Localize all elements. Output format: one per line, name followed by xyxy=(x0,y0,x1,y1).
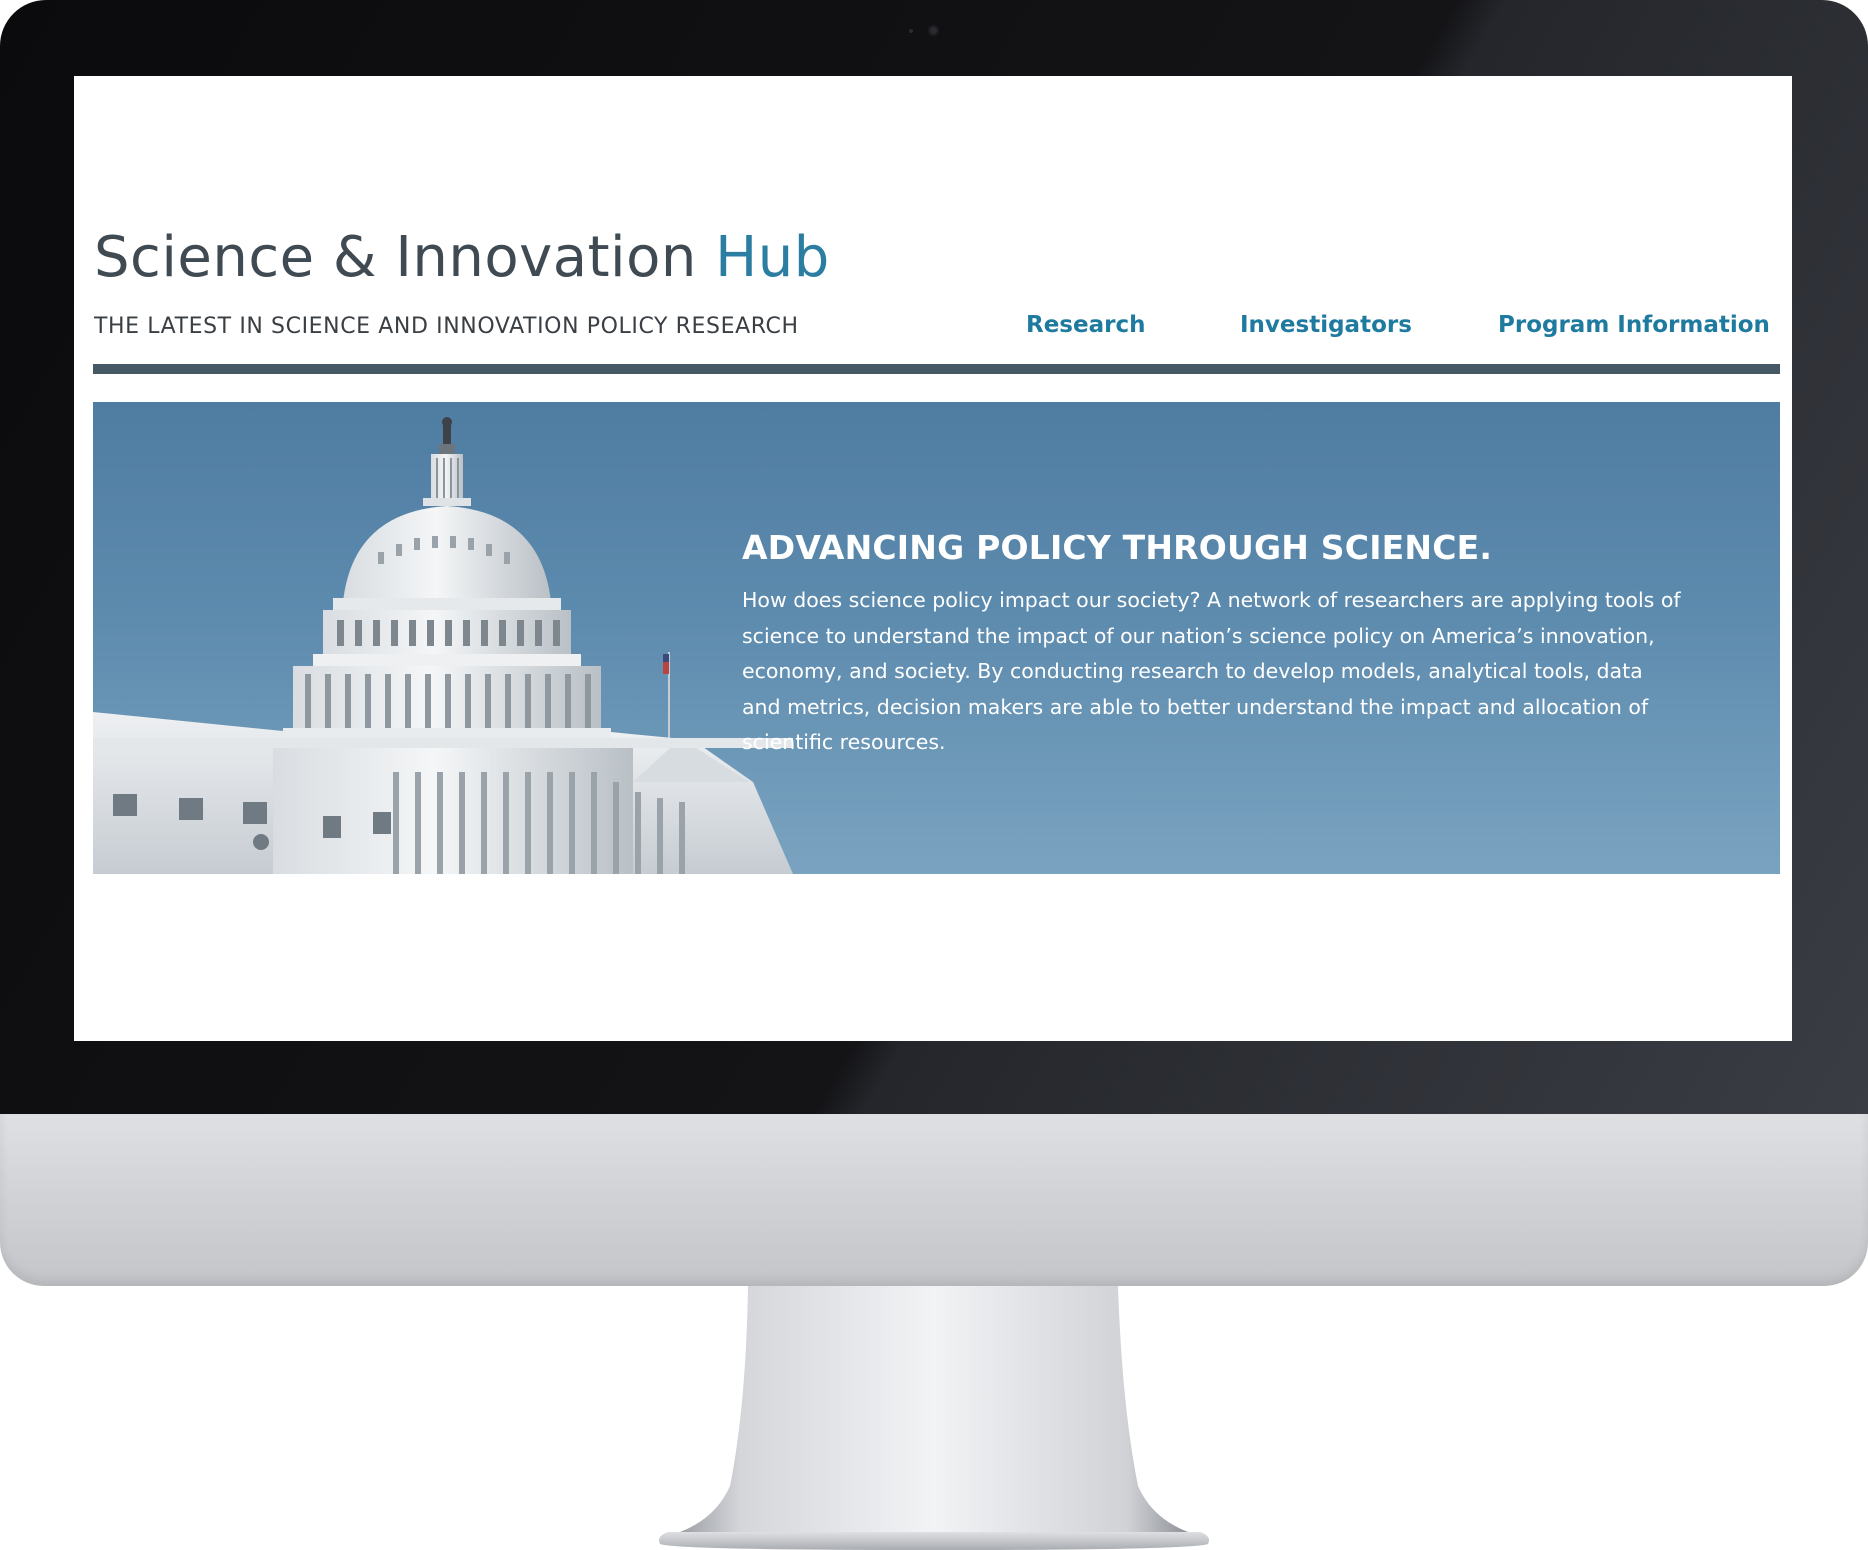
site-header: Science & Innovation Hub xyxy=(94,230,1782,286)
hero-description-line: How does science policy impact our socie… xyxy=(742,588,1681,612)
monitor-mockup: Science & Innovation Hub THE LATEST IN S… xyxy=(0,0,1868,1550)
hero-description-line: economy, and society. By conducting rese… xyxy=(742,659,1643,683)
browser-screen: Science & Innovation Hub THE LATEST IN S… xyxy=(74,76,1792,1041)
nav-link-investigators[interactable]: Investigators xyxy=(1240,312,1412,338)
site-title-accent: Hub xyxy=(715,225,830,290)
capitol-building-image xyxy=(93,417,793,874)
monitor-stand xyxy=(659,1286,1209,1550)
nav-link-research[interactable]: Research xyxy=(1026,312,1145,338)
hero-description-line: scientific resources. xyxy=(742,730,946,754)
monitor-chin xyxy=(0,1114,1868,1286)
header-divider xyxy=(93,364,1780,374)
hero-banner: ADVANCING POLICY THROUGH SCIENCE. How do… xyxy=(93,402,1780,874)
camera-sensor xyxy=(909,29,913,33)
hero-description-line: science to understand the impact of our … xyxy=(742,623,1655,648)
site-title[interactable]: Science & Innovation Hub xyxy=(94,230,1782,286)
site-title-main: Science & Innovation xyxy=(94,225,716,290)
main-nav: Research Investigators Program Informati… xyxy=(74,312,1792,342)
hero-description: How does science policy impact our socie… xyxy=(742,583,1722,761)
nav-link-program-information[interactable]: Program Information xyxy=(1498,312,1770,338)
camera-icon xyxy=(928,25,939,36)
hero-description-line: and metrics, decision makers are able to… xyxy=(742,694,1649,719)
hero-heading: ADVANCING POLICY THROUGH SCIENCE. xyxy=(742,528,1493,567)
hero-content: ADVANCING POLICY THROUGH SCIENCE. How do… xyxy=(742,528,1722,761)
